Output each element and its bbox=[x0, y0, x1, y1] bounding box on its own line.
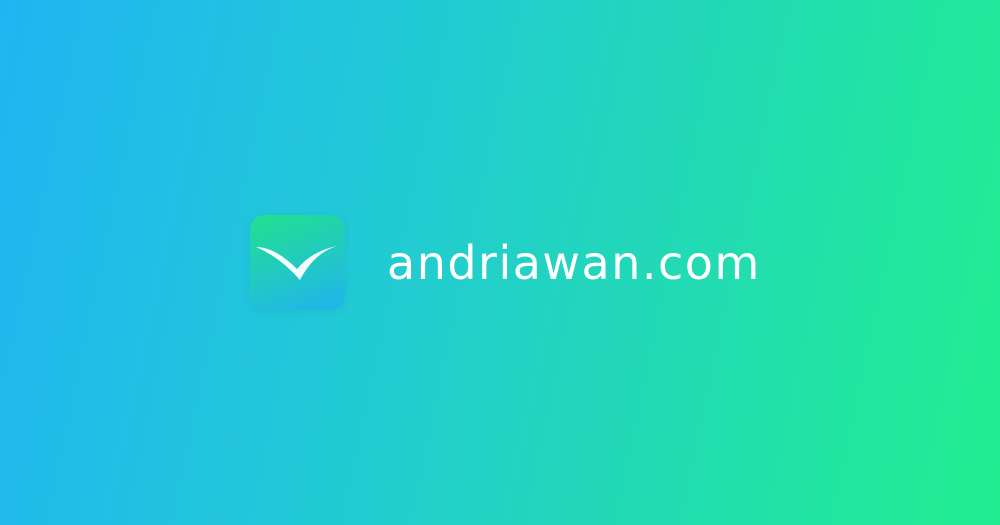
brand-lockup[interactable]: andriawan.com bbox=[250, 215, 761, 310]
logo bbox=[250, 215, 345, 310]
banner: andriawan.com bbox=[0, 0, 1000, 525]
checkmark-bird-icon bbox=[256, 246, 337, 280]
site-name: andriawan.com bbox=[387, 235, 761, 290]
